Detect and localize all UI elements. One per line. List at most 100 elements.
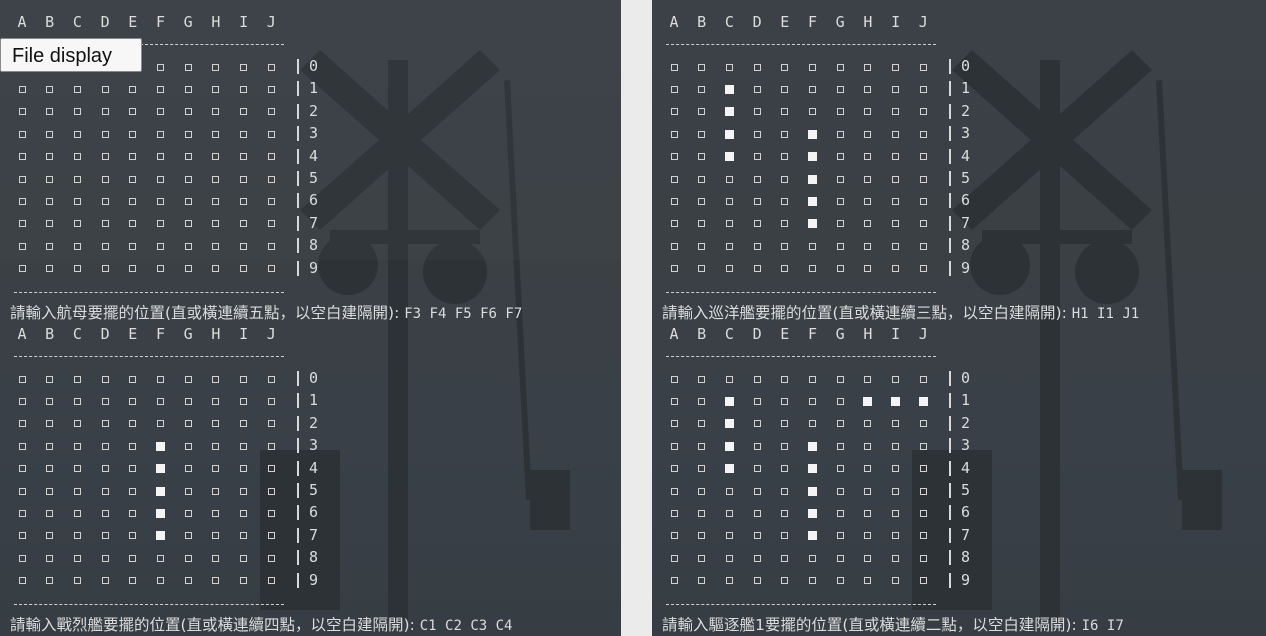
empty-cell [73, 509, 81, 517]
empty-cell [670, 465, 678, 473]
empty-cell [157, 375, 164, 383]
empty-cell [212, 108, 220, 116]
empty-cell [698, 554, 706, 562]
empty-cell [725, 265, 733, 273]
empty-cell [240, 487, 248, 495]
ship-cell [156, 531, 165, 541]
row-label: 5 [961, 169, 971, 187]
row-label: 7 [961, 525, 971, 544]
empty-cell [670, 420, 678, 428]
empty-cell [698, 577, 706, 585]
empty-cell [46, 487, 54, 495]
row-label: 3 [961, 436, 971, 455]
empty-cell [836, 577, 844, 585]
prompt-answer: H1 I1 J1 [1071, 306, 1140, 322]
row-separator-bar [949, 215, 951, 231]
empty-cell [212, 397, 220, 405]
empty-cell [698, 220, 706, 228]
empty-cell [18, 487, 26, 495]
empty-cell [212, 554, 220, 562]
empty-cell [864, 85, 872, 93]
empty-cell [73, 532, 81, 540]
column-header: D [752, 13, 762, 31]
terminal-output-right: A B C D E F G H I J 0 1 2 3 4 5 6 7 8 9 請輸入巡洋艦要擺的位置(直或橫連續三點，… [652, 0, 1266, 636]
empty-cell [157, 108, 164, 116]
empty-cell [240, 153, 248, 161]
empty-cell [919, 577, 927, 585]
empty-cell [892, 554, 900, 562]
empty-cell [836, 85, 844, 93]
empty-cell [892, 577, 900, 585]
row-label: 1 [961, 79, 971, 98]
empty-cell [698, 108, 706, 116]
column-header: F [155, 13, 166, 31]
empty-cell [781, 220, 789, 228]
empty-cell [212, 375, 220, 383]
empty-cell [725, 375, 733, 383]
ship-cell [724, 464, 734, 474]
empty-cell [781, 465, 789, 473]
empty-cell [101, 442, 109, 450]
empty-cell [864, 108, 872, 116]
column-header: G [835, 13, 845, 31]
empty-cell [781, 130, 789, 138]
empty-cell [212, 532, 220, 540]
empty-cell [101, 375, 109, 383]
empty-cell [18, 442, 26, 450]
empty-cell [781, 397, 789, 405]
empty-cell [836, 375, 844, 383]
column-header: A [669, 325, 679, 343]
empty-cell [18, 265, 26, 273]
empty-cell [698, 509, 706, 517]
row-label: 8 [309, 236, 319, 255]
row-separator-bar [949, 193, 951, 209]
empty-cell [46, 375, 54, 383]
row-label: 2 [961, 101, 971, 120]
row-label: 3 [961, 124, 971, 143]
empty-cell [809, 63, 816, 71]
ship-cell [156, 441, 165, 451]
empty-cell [18, 420, 26, 428]
empty-cell [725, 220, 733, 228]
column-header: E [128, 13, 138, 31]
column-header: H [863, 13, 873, 31]
empty-cell [267, 242, 275, 250]
empty-cell [46, 85, 54, 93]
empty-cell [698, 465, 706, 473]
empty-cell [129, 420, 137, 428]
empty-cell [725, 577, 733, 585]
column-header: A [17, 325, 27, 343]
empty-cell [46, 465, 54, 473]
empty-cell [46, 153, 54, 161]
empty-cell [725, 63, 733, 71]
row-separator-bar [297, 126, 299, 142]
empty-cell [73, 220, 81, 228]
row-separator-bar [297, 215, 299, 231]
empty-cell [101, 509, 109, 517]
empty-cell [919, 220, 927, 228]
empty-cell [670, 509, 678, 517]
empty-cell [157, 130, 164, 138]
terminal-output-left: A B C D E F G H I J 0 1 2 3 4 5 6 7 8 9 請輸入航母要擺的位置(直或橫連續五點，以… [0, 0, 621, 636]
empty-cell [18, 220, 26, 228]
empty-cell [864, 465, 872, 473]
empty-cell [212, 465, 220, 473]
empty-cell [157, 63, 164, 71]
dashed-separator [666, 604, 936, 605]
empty-cell [267, 153, 275, 161]
empty-cell [184, 108, 192, 116]
empty-cell [18, 554, 26, 562]
ship-cell [724, 441, 734, 451]
row-label: 3 [309, 436, 319, 455]
empty-cell [18, 85, 26, 93]
empty-cell [892, 153, 900, 161]
empty-cell [240, 242, 248, 250]
input-prompt: 請輸入戰烈艦要擺的位置(直或橫連續四點，以空白建隔開): C1 C2 C3 C4 [10, 616, 512, 635]
empty-cell [73, 420, 81, 428]
empty-cell [698, 130, 706, 138]
empty-cell [240, 420, 248, 428]
empty-cell [267, 265, 275, 273]
column-header: A [669, 13, 679, 31]
row-separator-bar [949, 550, 951, 566]
empty-cell [73, 85, 81, 93]
